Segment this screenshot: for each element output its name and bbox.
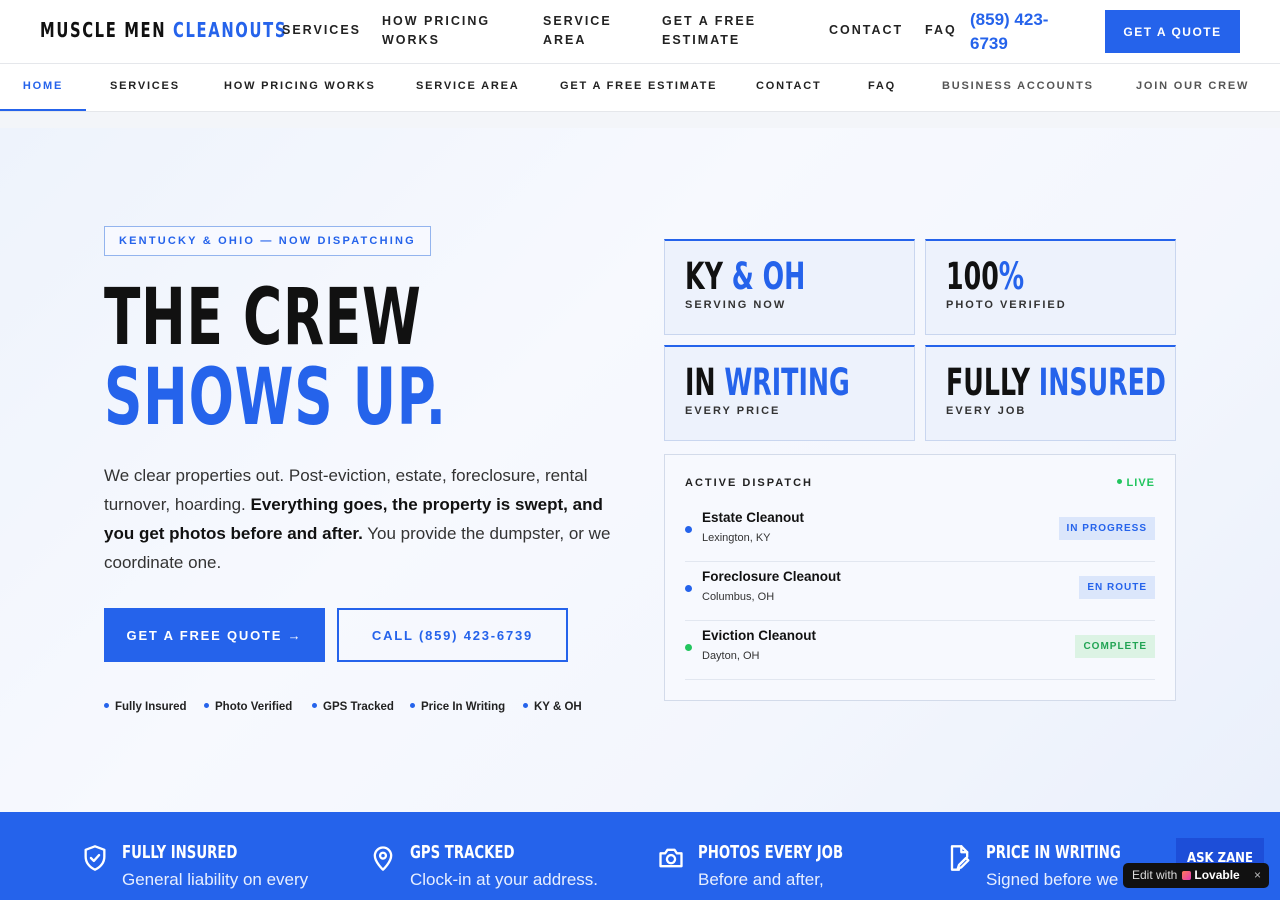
stat-card-states: KY & OH SERVING NOW bbox=[664, 239, 915, 335]
status-badge: EN ROUTE bbox=[1079, 576, 1155, 599]
logo-accent: CLEANOUTS bbox=[173, 18, 288, 42]
stat-value-accent: WRITING bbox=[715, 361, 850, 404]
edit-with-lovable-badge[interactable]: Edit with Lovable × bbox=[1123, 863, 1269, 888]
top-header: MUSCLE MEN CLEANOUTS SERVICES HOW PRICIN… bbox=[0, 0, 1280, 64]
trust-item-insured: Fully Insured bbox=[104, 700, 187, 714]
stat-card-insured: FULLY INSURED EVERY JOB bbox=[925, 345, 1176, 441]
status-dot-icon bbox=[685, 644, 692, 651]
dispatch-title: ACTIVE DISPATCH bbox=[685, 477, 813, 489]
stat-value-main: FULLY bbox=[946, 361, 1031, 404]
topnav-services[interactable]: SERVICES bbox=[282, 21, 361, 40]
trust-item-photo: Photo Verified bbox=[204, 700, 292, 714]
free-quote-button[interactable]: GET A FREE QUOTE → bbox=[104, 608, 325, 662]
status-badge: IN PROGRESS bbox=[1058, 517, 1155, 540]
stat-label: EVERY PRICE bbox=[685, 405, 781, 417]
feature-text: Before and after, bbox=[698, 870, 824, 889]
dispatch-job-row: Estate Cleanout Lexington, KY IN PROGRES… bbox=[685, 503, 1155, 562]
map-pin-icon bbox=[373, 846, 393, 871]
stat-value-main: 100 bbox=[946, 255, 999, 298]
live-indicator: LIVE bbox=[1117, 477, 1155, 489]
subnav-service-area[interactable]: SERVICE AREA bbox=[416, 64, 520, 111]
active-dispatch-panel: ACTIVE DISPATCH LIVE Estate Cleanout Lex… bbox=[664, 454, 1176, 701]
features-band: FULLY INSURED General liability on every… bbox=[0, 812, 1280, 900]
job-name: Foreclosure Cleanout bbox=[702, 569, 841, 584]
status-dot-icon bbox=[685, 585, 692, 592]
lovable-brand: Lovable bbox=[1194, 868, 1240, 882]
topnav-how-pricing-works[interactable]: HOW PRICING WORKS bbox=[382, 12, 492, 50]
stat-value-accent: INSURED bbox=[1030, 361, 1166, 404]
job-location: Dayton, OH bbox=[702, 650, 760, 662]
trust-item-states: KY & OH bbox=[523, 700, 582, 714]
subnav-join-our-crew[interactable]: JOIN OUR CREW bbox=[1136, 64, 1249, 111]
job-location: Columbus, OH bbox=[702, 591, 775, 603]
job-name: Eviction Cleanout bbox=[702, 628, 817, 643]
feature-text: Signed before we bbox=[986, 870, 1119, 889]
dispatch-job-row: Foreclosure Cleanout Columbus, OH EN ROU… bbox=[685, 562, 1155, 621]
feature-title: PRICE IN WRITING bbox=[986, 842, 1121, 863]
hero-top-band bbox=[0, 112, 1280, 128]
stat-value: FULLY INSURED bbox=[946, 363, 1166, 403]
subnav-home[interactable]: HOME bbox=[0, 64, 86, 111]
status-badge: COMPLETE bbox=[1075, 635, 1155, 658]
feature-title: FULLY INSURED bbox=[122, 842, 238, 863]
hero-headline-line1: THE CREW bbox=[104, 273, 422, 363]
secondary-nav: HOME SERVICES HOW PRICING WORKS SERVICE … bbox=[0, 64, 1280, 112]
topnav-faq[interactable]: FAQ bbox=[925, 21, 957, 40]
site-logo[interactable]: MUSCLE MEN CLEANOUTS bbox=[40, 18, 287, 42]
close-icon[interactable]: × bbox=[1254, 863, 1261, 888]
stat-card-price: IN WRITING EVERY PRICE bbox=[664, 345, 915, 441]
call-phone-button[interactable]: CALL (859) 423-6739 bbox=[337, 608, 568, 662]
subnav-services[interactable]: SERVICES bbox=[110, 64, 180, 111]
shield-check-icon bbox=[84, 845, 106, 871]
stat-value-main: IN bbox=[685, 361, 716, 404]
stat-value-accent: % bbox=[998, 255, 1025, 298]
hero-headline-line2: SHOWS UP. bbox=[104, 353, 447, 443]
feature-title: PHOTOS EVERY JOB bbox=[698, 842, 844, 863]
header-phone-link[interactable]: (859) 423-6739 bbox=[970, 8, 1080, 56]
stat-value-accent: & OH bbox=[722, 255, 806, 298]
subnav-free-estimate[interactable]: GET A FREE ESTIMATE bbox=[560, 64, 717, 111]
feature-text: Clock-in at your address. bbox=[410, 870, 599, 889]
get-a-quote-button[interactable]: GET A QUOTE bbox=[1105, 10, 1240, 53]
subnav-faq[interactable]: FAQ bbox=[868, 64, 896, 111]
dispatch-job-row: Eviction Cleanout Dayton, OH COMPLETE bbox=[685, 621, 1155, 680]
stat-value: KY & OH bbox=[685, 257, 805, 297]
stat-card-photo: 100% PHOTO VERIFIED bbox=[925, 239, 1176, 335]
feature-title: GPS TRACKED bbox=[410, 842, 515, 863]
hero-lead-paragraph: We clear properties out. Post-eviction, … bbox=[104, 461, 624, 577]
feature-text: General liability on every bbox=[122, 870, 309, 889]
subnav-business-accounts[interactable]: BUSINESS ACCOUNTS bbox=[942, 64, 1094, 111]
stat-value: 100% bbox=[946, 257, 1024, 297]
lovable-heart-icon bbox=[1182, 871, 1192, 880]
trust-item-price: Price In Writing bbox=[410, 700, 505, 714]
job-name: Estate Cleanout bbox=[702, 510, 805, 525]
topnav-service-area[interactable]: SERVICE AREA bbox=[543, 12, 623, 50]
stat-label: EVERY JOB bbox=[946, 405, 1027, 417]
topnav-free-estimate[interactable]: GET A FREE ESTIMATE bbox=[662, 12, 772, 50]
job-location: Lexington, KY bbox=[702, 532, 771, 544]
subnav-contact[interactable]: CONTACT bbox=[756, 64, 822, 111]
lovable-prefix: Edit with bbox=[1132, 868, 1178, 882]
subnav-how-pricing-works[interactable]: HOW PRICING WORKS bbox=[224, 64, 376, 111]
stat-label: PHOTO VERIFIED bbox=[946, 299, 1067, 311]
stat-label: SERVING NOW bbox=[685, 299, 787, 311]
trust-item-gps: GPS Tracked bbox=[312, 700, 394, 714]
hero-kicker-badge: KENTUCKY & OHIO — NOW DISPATCHING bbox=[104, 226, 431, 256]
logo-main: MUSCLE MEN bbox=[40, 18, 167, 42]
stat-value: IN WRITING bbox=[685, 363, 850, 403]
camera-icon bbox=[659, 848, 683, 868]
document-edit-icon bbox=[950, 845, 970, 871]
stat-value-main: KY bbox=[685, 255, 723, 298]
topnav-contact[interactable]: CONTACT bbox=[829, 21, 903, 40]
status-dot-icon bbox=[685, 526, 692, 533]
